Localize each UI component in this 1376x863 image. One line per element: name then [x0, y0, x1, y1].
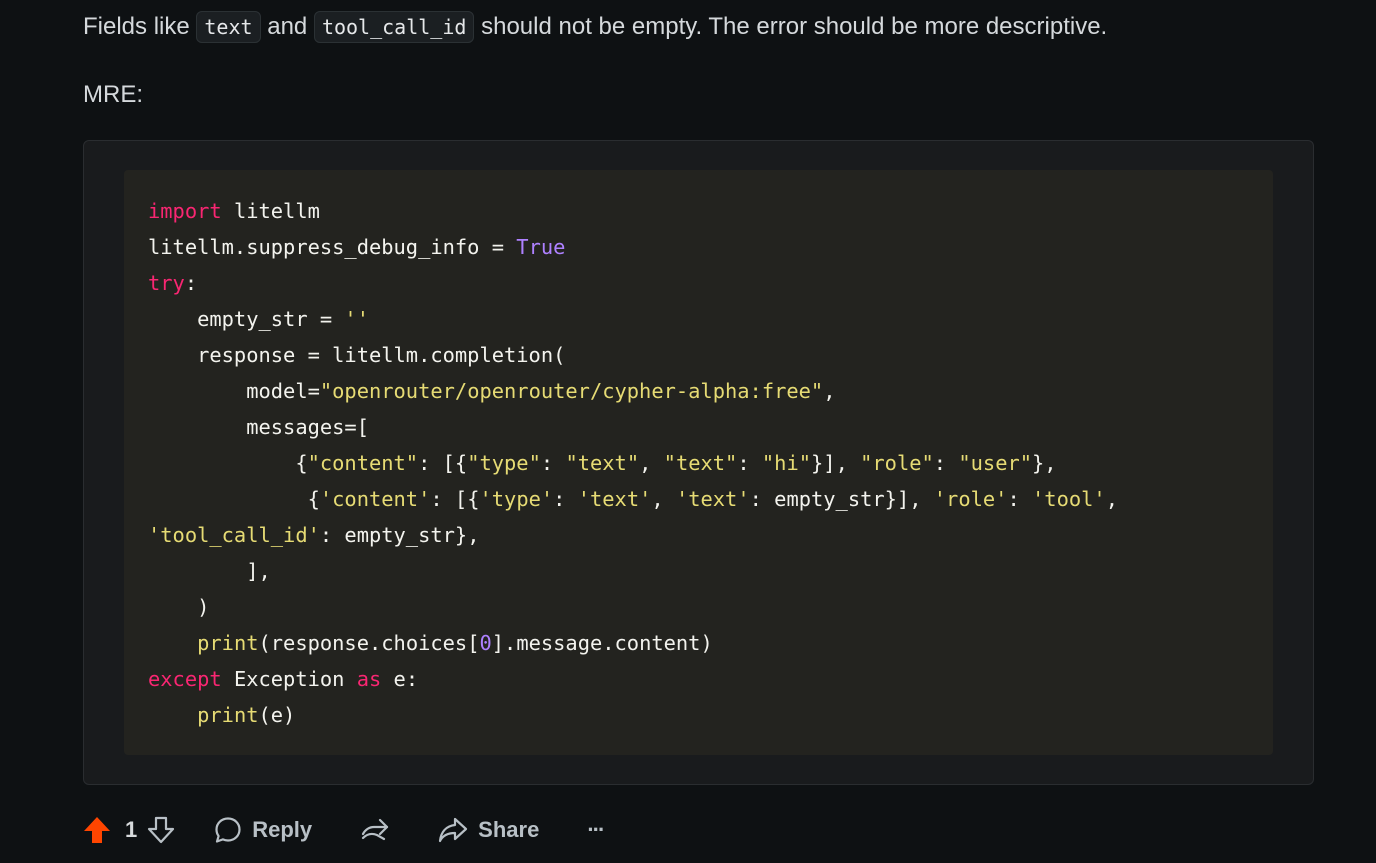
share-arrow-icon [439, 817, 468, 843]
code-token: try [148, 271, 185, 295]
code-line: ], [148, 559, 271, 583]
reply-button[interactable]: Reply [214, 816, 312, 844]
arrow-up-icon [84, 817, 110, 843]
upvote-button[interactable] [83, 815, 111, 845]
comment-actions-bar: 1 Reply Share ··· [83, 808, 605, 852]
code-token: ], [148, 559, 271, 583]
code-token: response = litellm.completion( [148, 343, 566, 367]
downvote-button[interactable] [147, 815, 175, 845]
code-token: 'content' [319, 487, 431, 511]
code-line: empty_str = '' [148, 307, 369, 331]
code-token: (response.choices[ [258, 631, 480, 655]
code-token: "openrouter/openrouter/cypher-alpha:free… [319, 379, 824, 403]
code-token: (e) [258, 703, 296, 727]
code-block-inner: import litellm litellm.suppress_debug_in… [124, 170, 1273, 755]
code-token: "text" [663, 451, 738, 475]
code-token: "content" [307, 451, 419, 475]
code-line: print(response.choices[0].message.conten… [148, 631, 713, 655]
code-token: print [197, 703, 259, 727]
code-token: : [1007, 487, 1033, 511]
code-line: import litellm [148, 199, 320, 223]
code-token: , [1105, 487, 1118, 511]
code-token: 0 [479, 631, 492, 655]
code-token: 'tool_call_id' [148, 523, 320, 547]
code-token: except [148, 667, 222, 691]
vote-count: 1 [125, 817, 138, 842]
code-token: import [148, 199, 222, 223]
code-token: : empty_str}, [319, 523, 480, 547]
code-token: litellm.suppress_debug_info = [148, 235, 517, 259]
code-line: print(e) [148, 703, 295, 727]
code-line: {'content': [{'type': 'text', 'text': em… [148, 487, 1118, 511]
crosspost-button[interactable] [360, 816, 392, 844]
code-token: litellm [221, 199, 320, 223]
share-label: Share [478, 817, 540, 842]
code-token: , [651, 487, 676, 511]
code-token: "role" [860, 451, 934, 475]
code-token: empty_str = [148, 307, 345, 331]
code-token: messages=[ [148, 415, 369, 439]
inline-code: tool_call_id [313, 11, 475, 43]
code-token: ].message.content) [491, 631, 713, 655]
code-block[interactable]: import litellm litellm.suppress_debug_in… [83, 140, 1314, 785]
code-line: ) [148, 595, 209, 619]
inline-code: text [196, 11, 261, 43]
code-line: model="openrouter/openrouter/cypher-alph… [148, 379, 835, 403]
code-token: { [148, 451, 308, 475]
code-token: : [737, 451, 762, 475]
code-token: "user" [958, 451, 1033, 475]
code-token: : empty_str}], [749, 487, 934, 511]
para-text: Fields like [83, 13, 197, 40]
code-token: model= [148, 379, 320, 403]
crosspost-icon [362, 818, 389, 841]
code-token: }], [811, 451, 861, 475]
code-token: : [540, 451, 566, 475]
code-content: import litellm litellm.suppress_debug_in… [148, 193, 1118, 733]
code-line: {"content": [{"type": "text", "text": "h… [148, 451, 1057, 475]
code-token: 'type' [479, 487, 554, 511]
code-token: Exception [221, 667, 357, 691]
code-token: 'text' [675, 487, 750, 511]
code-token: e: [381, 667, 419, 691]
code-token: 'text' [577, 487, 652, 511]
speech-bubble-icon [215, 817, 241, 843]
post-paragraph: MRE: [83, 81, 143, 108]
reply-label: Reply [252, 817, 313, 842]
code-token: "type" [467, 451, 541, 475]
code-token: : [{ [430, 487, 480, 511]
code-token: : [933, 451, 959, 475]
code-line: try: [148, 271, 197, 295]
code-token: ) [148, 595, 210, 619]
code-token: 'role' [933, 487, 1008, 511]
code-token: }, [1032, 451, 1057, 475]
code-token: as [356, 667, 382, 691]
ellipsis-icon: ··· [587, 817, 605, 842]
code-line: 'tool_call_id': empty_str}, [148, 523, 479, 547]
code-token: , [823, 379, 836, 403]
para-text: should not be empty. The error should be… [474, 13, 1108, 40]
code-token: , [639, 451, 664, 475]
code-token: : [{ [418, 451, 468, 475]
code-line: litellm.suppress_debug_info = True [148, 235, 565, 259]
code-token: 'tool' [1032, 487, 1106, 511]
code-token: True [516, 235, 566, 259]
post-paragraph: Fields like text and tool_call_id should… [83, 11, 1107, 43]
code-token: : [184, 271, 198, 295]
code-token: : [553, 487, 578, 511]
code-token: { [148, 487, 320, 511]
code-line: response = litellm.completion( [148, 343, 565, 367]
code-token: "text" [565, 451, 640, 475]
code-line: except Exception as e: [148, 667, 418, 691]
code-line: messages=[ [148, 415, 369, 439]
arrow-down-icon [148, 816, 175, 844]
code-token: "hi" [761, 451, 812, 475]
code-token: '' [344, 307, 369, 331]
more-options-button[interactable]: ··· [587, 817, 605, 843]
share-button[interactable]: Share [438, 816, 539, 844]
code-token: print [197, 631, 259, 655]
para-text: and [260, 13, 314, 40]
